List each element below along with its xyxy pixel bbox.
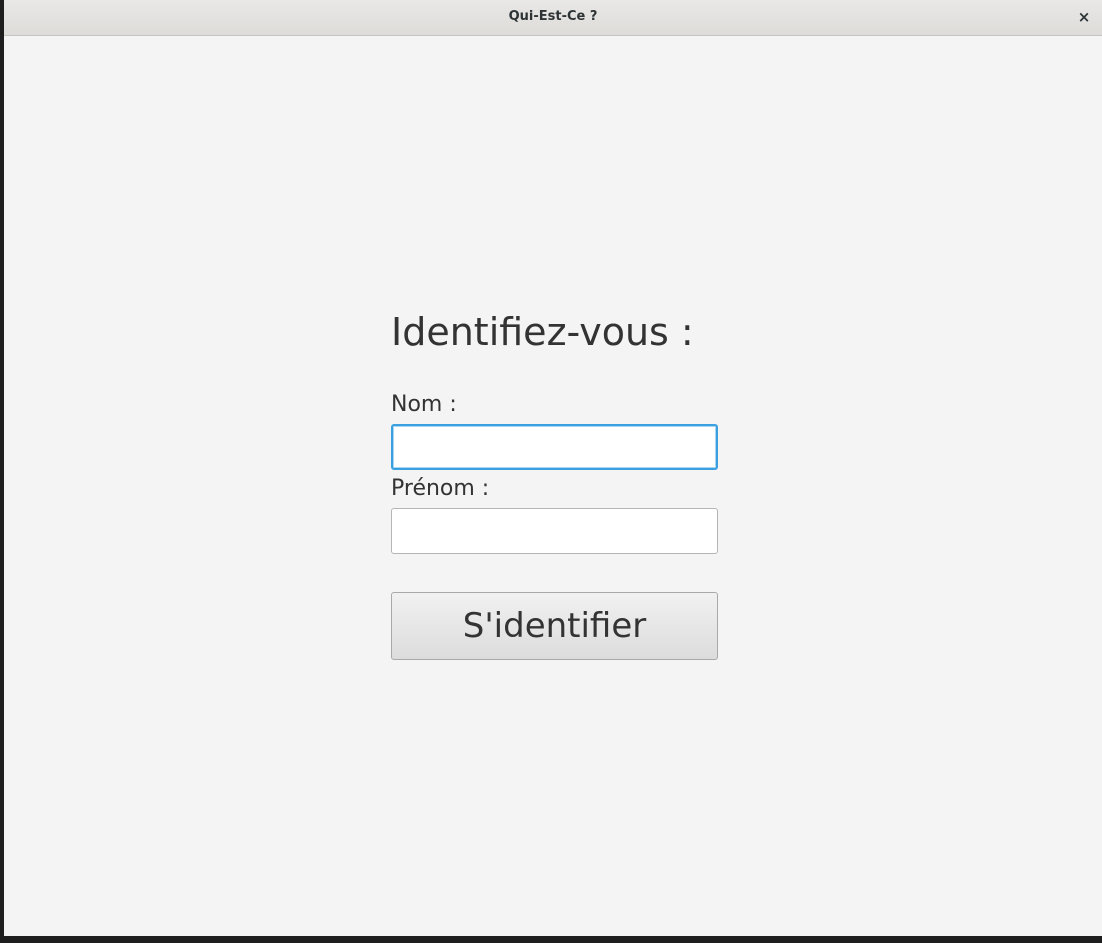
first-name-input[interactable] [391,508,718,554]
close-icon[interactable]: × [1074,7,1094,27]
login-button[interactable]: S'identifier [391,592,718,660]
last-name-input[interactable] [391,424,718,470]
window-title: Qui-Est-Ce ? [508,9,598,24]
app-window: Qui-Est-Ce ? × Identifiez-vous : Nom : P… [4,0,1102,936]
first-name-label: Prénom : [391,476,490,501]
form-heading: Identifiez-vous : [391,310,694,354]
last-name-label: Nom : [391,392,457,417]
window-titlebar[interactable]: Qui-Est-Ce ? × [4,0,1102,36]
